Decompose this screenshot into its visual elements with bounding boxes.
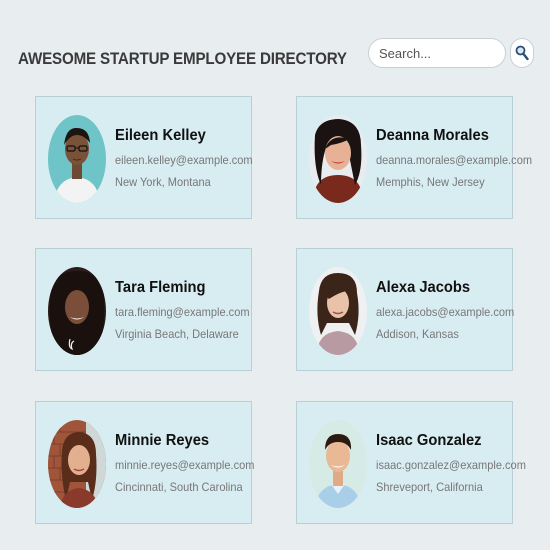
employee-email: deanna.morales@example.com [376,153,533,167]
employee-location: Shreveport, California [376,480,483,494]
employee-name: Minnie Reyes [115,432,210,449]
employee-card[interactable]: Tara Fleming tara.fleming@example.com Vi… [35,248,252,371]
employee-location: Memphis, New Jersey [376,175,485,189]
employee-location: New York, Montana [115,175,211,189]
search-button[interactable] [510,38,534,68]
employee-card[interactable]: Minnie Reyes minnie.reyes@example.com Ci… [35,401,255,524]
employee-location: Virginia Beach, Delaware [115,327,239,341]
employee-card[interactable]: Alexa Jacobs alexa.jacobs@example.com Ad… [296,248,515,371]
employee-photo [48,267,106,355]
employee-email: eileen.kelley@example.com [115,153,253,167]
search-input[interactable] [368,38,506,68]
employee-name: Tara Fleming [115,279,206,296]
page-title: AWESOME STARTUP EMPLOYEE DIRECTORY [18,50,347,68]
employee-email: isaac.gonzalez@example.com [376,458,526,472]
magnifier-icon [515,45,529,61]
employee-photo [48,115,106,203]
employee-photo [309,115,367,203]
employee-name: Isaac Gonzalez [376,432,482,449]
employee-photo [309,267,367,355]
employee-name: Eileen Kelley [115,127,206,144]
employee-name: Deanna Morales [376,127,489,144]
employee-location: Addison, Kansas [376,327,459,341]
employee-photo [48,420,106,508]
employee-email: minnie.reyes@example.com [115,458,255,472]
employee-email: tara.fleming@example.com [115,305,250,319]
employee-photo [309,420,367,508]
page-header: AWESOME STARTUP EMPLOYEE DIRECTORY [18,38,534,78]
employee-location: Cincinnati, South Carolina [115,480,243,494]
employee-name: Alexa Jacobs [376,279,471,296]
employee-card[interactable]: Isaac Gonzalez isaac.gonzalez@example.co… [296,401,526,524]
employee-email: alexa.jacobs@example.com [376,305,515,319]
employee-card[interactable]: Deanna Morales deanna.morales@example.co… [296,96,532,219]
employee-card[interactable]: Eileen Kelley eileen.kelley@example.com … [35,96,253,219]
